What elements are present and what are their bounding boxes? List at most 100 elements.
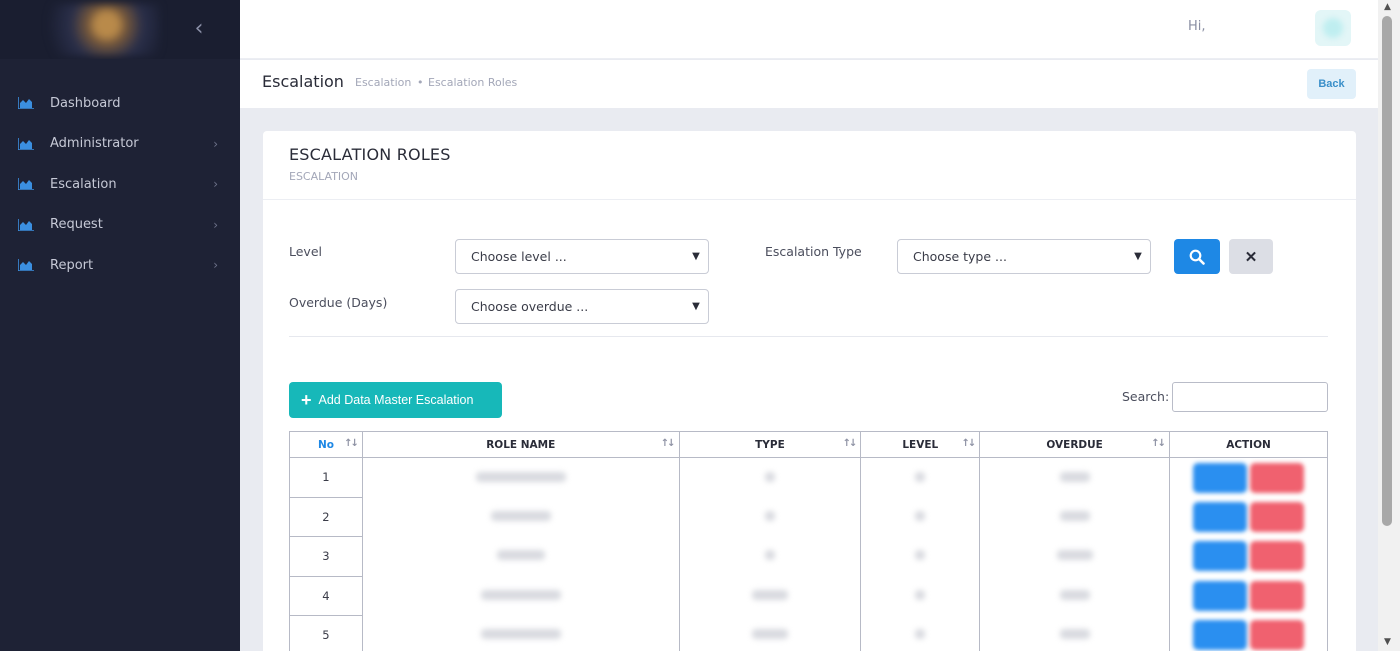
cell-no: 4 xyxy=(289,575,363,616)
chevron-down-icon: ▼ xyxy=(692,251,700,262)
sidebar-item-request[interactable]: Request › xyxy=(0,205,240,246)
column-header-no[interactable]: No ↑↓ xyxy=(289,431,363,458)
overdue-select-value: Choose overdue ... xyxy=(471,299,589,314)
cell-type xyxy=(678,615,862,651)
cell-action xyxy=(1169,576,1328,616)
avatar[interactable] xyxy=(1315,10,1351,46)
cell-action xyxy=(1169,536,1328,576)
sidebar-item-escalation[interactable]: Escalation › xyxy=(0,164,240,205)
column-header-role-name[interactable]: ROLE NAME ↑↓ xyxy=(361,431,680,458)
cell-role-name xyxy=(361,615,680,651)
cell-overdue xyxy=(979,576,1171,616)
cell-overdue xyxy=(979,457,1171,497)
chart-icon xyxy=(18,97,34,110)
breadcrumb-separator: • xyxy=(417,76,424,89)
logo xyxy=(20,4,160,56)
page-title: Escalation xyxy=(262,72,344,91)
cell-action xyxy=(1169,497,1328,537)
chevron-right-icon: › xyxy=(213,217,218,232)
cell-overdue xyxy=(979,615,1171,651)
scroll-up-icon[interactable]: ▲ xyxy=(1384,2,1391,12)
close-icon: ✕ xyxy=(1244,248,1258,266)
cell-role-name xyxy=(361,576,680,616)
escalation-roles-card: ESCALATION ROLES ESCALATION Level Choose… xyxy=(263,131,1356,651)
collapse-sidebar-icon[interactable]: ‹ xyxy=(188,16,210,42)
add-escalation-button[interactable]: + Add Data Master Escalation xyxy=(289,382,502,418)
table-row: 5 xyxy=(289,615,1328,651)
cell-no: 5 xyxy=(289,615,363,651)
back-button[interactable]: Back xyxy=(1307,69,1356,99)
chart-icon xyxy=(18,259,34,272)
column-header-action: ACTION xyxy=(1169,431,1328,458)
edit-button[interactable] xyxy=(1193,462,1247,493)
cell-level xyxy=(860,615,981,651)
level-select[interactable]: Choose level ... ▼ xyxy=(455,239,709,274)
sidebar-item-report[interactable]: Report › xyxy=(0,245,240,286)
cell-level xyxy=(860,576,981,616)
delete-button[interactable] xyxy=(1250,620,1304,651)
cell-overdue xyxy=(979,536,1171,576)
delete-button[interactable] xyxy=(1250,541,1304,572)
table-row: 1 xyxy=(289,457,1328,498)
breadcrumb-item[interactable]: Escalation Roles xyxy=(428,76,517,89)
delete-button[interactable] xyxy=(1250,501,1304,532)
sidebar: ‹ Dashboard Administrator › Escalation ›… xyxy=(0,0,240,651)
page-scrollbar[interactable]: ▲ ▼ xyxy=(1378,0,1400,651)
edit-button[interactable] xyxy=(1193,620,1247,651)
table-row: 3 xyxy=(289,536,1328,577)
cell-no: 3 xyxy=(289,536,363,577)
escalation-type-select-value: Choose type ... xyxy=(913,249,1007,264)
greeting: Hi, xyxy=(1188,19,1206,34)
sort-icon: ↑↓ xyxy=(842,438,858,449)
edit-button[interactable] xyxy=(1193,501,1247,532)
chart-icon xyxy=(18,137,34,150)
table-row: 4 xyxy=(289,575,1328,616)
sidebar-menu: Dashboard Administrator › Escalation › R… xyxy=(0,83,240,286)
level-select-value: Choose level ... xyxy=(471,249,567,264)
escalation-type-label: Escalation Type xyxy=(765,244,862,259)
column-header-level[interactable]: LEVEL ↑↓ xyxy=(860,431,981,458)
cell-role-name xyxy=(361,497,680,537)
card-header: ESCALATION ROLES ESCALATION xyxy=(263,131,1356,200)
cell-action xyxy=(1169,615,1328,651)
subheader: Escalation Escalation • Escalation Roles… xyxy=(240,60,1378,108)
column-header-type[interactable]: TYPE ↑↓ xyxy=(678,431,862,458)
card-title: ESCALATION ROLES xyxy=(289,145,451,164)
reset-button[interactable]: ✕ xyxy=(1229,239,1273,274)
edit-button[interactable] xyxy=(1193,541,1247,572)
chevron-down-icon: ▼ xyxy=(1134,251,1142,262)
topbar: Hi, xyxy=(240,0,1378,59)
escalation-type-select[interactable]: Choose type ... ▼ xyxy=(897,239,1151,274)
search-icon xyxy=(1189,249,1205,265)
delete-button[interactable] xyxy=(1250,580,1304,611)
sort-icon: ↑↓ xyxy=(1151,438,1166,449)
sidebar-item-administrator[interactable]: Administrator › xyxy=(0,124,240,165)
brand-area: ‹ xyxy=(0,0,240,59)
search-button[interactable] xyxy=(1174,239,1220,274)
search-input[interactable] xyxy=(1172,382,1328,412)
breadcrumb-item[interactable]: Escalation xyxy=(355,76,411,89)
delete-button[interactable] xyxy=(1250,462,1304,493)
overdue-label: Overdue (Days) xyxy=(289,295,388,310)
cell-role-name xyxy=(361,457,680,497)
sort-icon: ↑↓ xyxy=(660,438,676,449)
sidebar-item-dashboard[interactable]: Dashboard xyxy=(0,83,240,124)
sidebar-item-label: Request xyxy=(50,217,103,233)
plus-icon: + xyxy=(301,390,312,410)
scroll-down-icon[interactable]: ▼ xyxy=(1384,637,1391,647)
scrollbar-thumb[interactable] xyxy=(1382,16,1392,526)
chart-icon xyxy=(18,178,34,191)
chart-icon xyxy=(18,218,34,231)
cell-no: 2 xyxy=(289,496,363,537)
overdue-select[interactable]: Choose overdue ... ▼ xyxy=(455,289,709,324)
chevron-right-icon: › xyxy=(213,258,218,273)
chevron-right-icon: › xyxy=(213,136,218,151)
edit-button[interactable] xyxy=(1193,580,1247,611)
add-escalation-label: Add Data Master Escalation xyxy=(318,393,474,407)
table-row: 2 xyxy=(289,496,1328,537)
card-subtitle: ESCALATION xyxy=(289,170,359,183)
cell-level xyxy=(860,497,981,537)
column-header-overdue[interactable]: OVERDUE ↑↓ xyxy=(979,431,1171,458)
sort-icon: ↑↓ xyxy=(344,438,359,449)
level-label: Level xyxy=(289,244,322,259)
